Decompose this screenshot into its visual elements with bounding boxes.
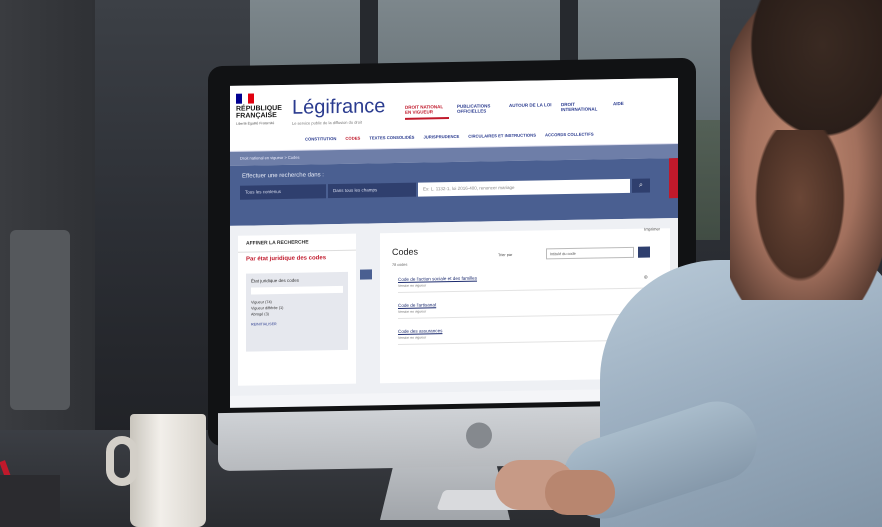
checkbox-vigueur[interactable]: Vigueur (74) <box>251 299 343 304</box>
person <box>495 0 882 527</box>
refine-subtitle: Par état juridique des codes <box>246 255 327 263</box>
search-scope-select[interactable]: Tous les contenus <box>240 184 326 200</box>
background-lamp <box>10 230 70 410</box>
sub-nav: CONSTITUTION CODES TEXTES CONSOLIDÉS JUR… <box>305 132 594 142</box>
republic-label: RÉPUBLIQUE FRANÇAISE <box>236 104 282 120</box>
collapse-panel-button[interactable] <box>360 269 372 280</box>
subnav-constitution[interactable]: CONSTITUTION <box>305 136 336 142</box>
breadcrumb-text[interactable]: Droit national en vigueur > Codes <box>240 155 299 161</box>
search-label: Effectuer une recherche dans : <box>242 172 324 180</box>
apple-logo <box>466 422 492 449</box>
subnav-jurisprudence[interactable]: JURISPRUDENCE <box>423 134 459 140</box>
sort-label: Trier par <box>498 252 513 258</box>
reset-link[interactable]: RÉINITIALISER <box>251 321 343 326</box>
flag-icon <box>236 93 254 104</box>
subnav-textes[interactable]: TEXTES CONSOLIDÉS <box>369 135 414 141</box>
mug-handle <box>106 436 138 486</box>
subnav-codes[interactable]: CODES <box>345 136 360 141</box>
refine-panel: AFFINER LA RECHERCHE Par état juridique … <box>238 233 356 386</box>
status-filter-box: État juridique des codes Vigueur (74) Vi… <box>246 271 348 352</box>
subnav-circulaires[interactable]: CIRCULAIRES ET INSTRUCTIONS <box>468 133 536 139</box>
person-hand <box>545 470 615 515</box>
nav-droit-national[interactable]: DROIT NATIONAL EN VIGUEUR <box>405 104 449 120</box>
brand-tagline: Le service public de la diffusion du dro… <box>292 119 362 126</box>
nav-autour-loi[interactable]: AUTOUR DE LA LOI <box>509 102 553 118</box>
motto-label: Liberté Égalité Fraternité <box>236 121 275 126</box>
status-filter-input[interactable] <box>251 285 343 295</box>
results-count: 78 codes <box>392 262 408 268</box>
republique-logo: RÉPUBLIQUE FRANÇAISE Liberté Égalité Fra… <box>236 93 282 126</box>
status-filter-title: État juridique des codes <box>251 277 300 284</box>
refine-title: AFFINER LA RECHERCHE <box>238 233 356 253</box>
coffee-mug <box>106 414 206 527</box>
photo-scene: RÉPUBLIQUE FRANÇAISE Liberté Égalité Fra… <box>0 0 882 527</box>
person-hair <box>740 0 882 150</box>
checkbox-abroge[interactable]: Abrogé (3) <box>251 311 343 316</box>
nav-publications[interactable]: PUBLICATIONS OFFICIELLES <box>457 103 501 119</box>
brand-logo[interactable]: Légifrance <box>292 95 385 120</box>
results-title: Codes <box>392 246 419 258</box>
person-beard <box>745 130 855 300</box>
checkbox-vigueur-differee[interactable]: Vigueur différée (1) <box>251 305 343 311</box>
search-field-select[interactable]: Dans tous les champs <box>328 182 416 199</box>
pen-cup <box>0 475 60 527</box>
